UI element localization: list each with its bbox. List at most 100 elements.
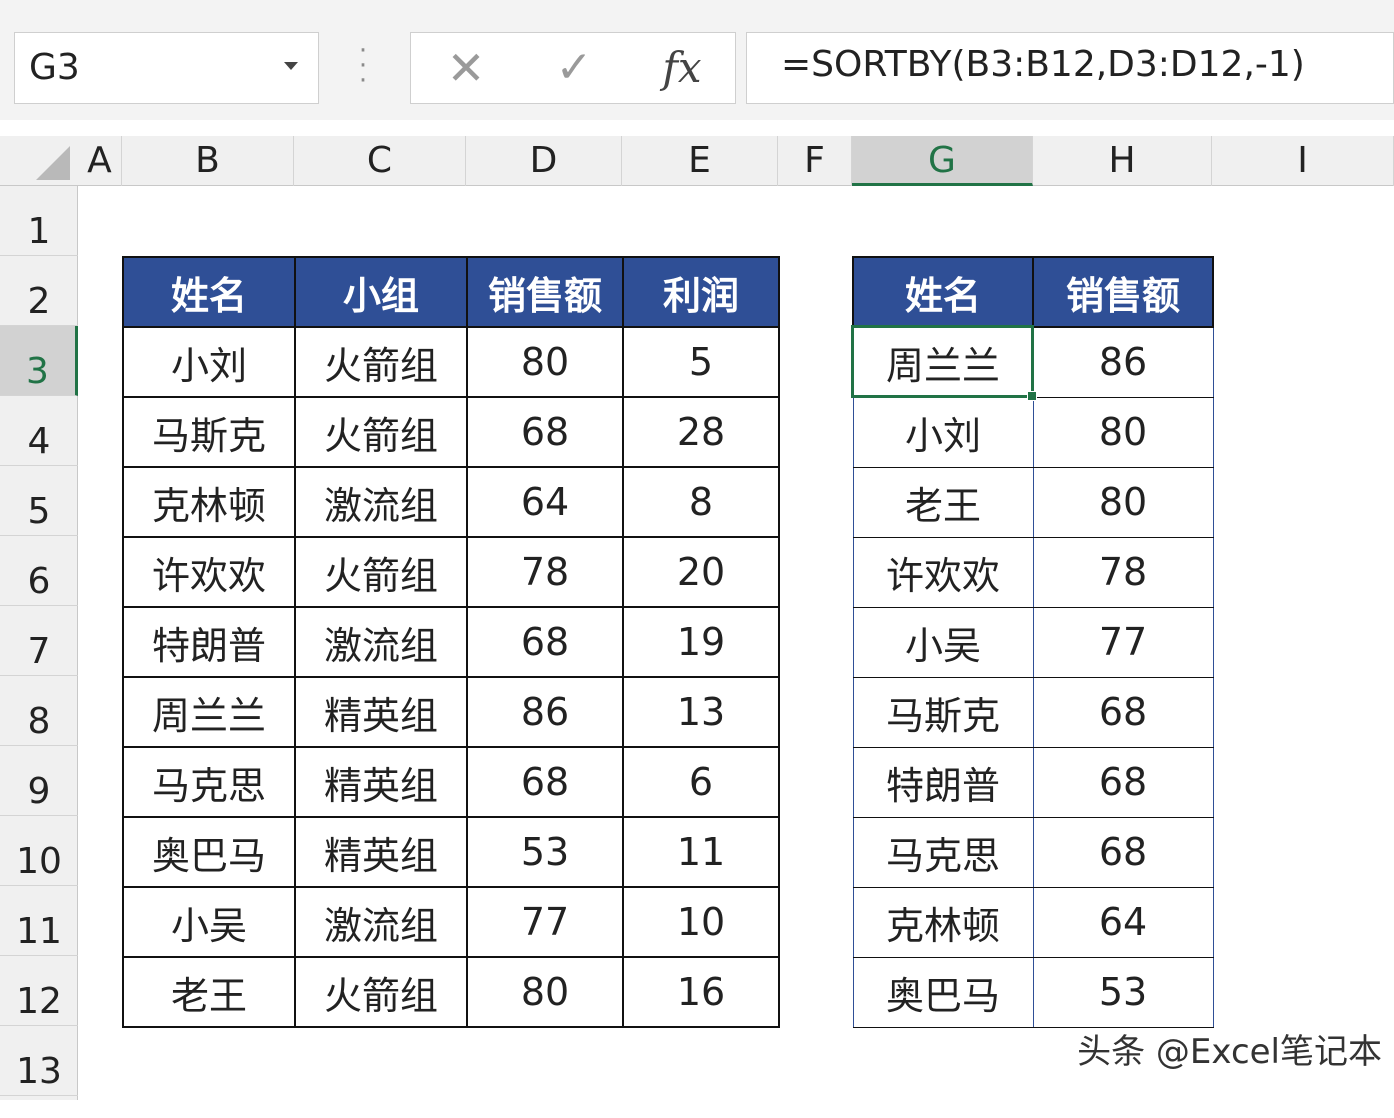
table-cell[interactable]: 80 <box>466 326 624 398</box>
row-header-2[interactable]: 2 <box>0 256 78 326</box>
table-cell[interactable]: 奥巴马 <box>852 956 1034 1028</box>
column-header-g[interactable]: G <box>852 136 1033 186</box>
column-header-d[interactable]: D <box>466 136 622 186</box>
table-cell[interactable]: 13 <box>622 676 780 748</box>
table-cell[interactable]: 86 <box>1032 326 1214 398</box>
column-header-a[interactable]: A <box>78 136 122 186</box>
table-cell[interactable]: 78 <box>1032 536 1214 608</box>
table-cell[interactable]: 火箭组 <box>294 536 468 608</box>
table-cell[interactable]: 68 <box>1032 746 1214 818</box>
column-header-c[interactable]: C <box>294 136 466 186</box>
table-cell[interactable]: 老王 <box>122 956 296 1028</box>
table-cell[interactable]: 火箭组 <box>294 326 468 398</box>
row-header-4[interactable]: 4 <box>0 396 78 466</box>
column-header-e[interactable]: E <box>622 136 778 186</box>
table-cell[interactable]: 77 <box>466 886 624 958</box>
table-cell[interactable]: 6 <box>622 746 780 818</box>
table-cell[interactable]: 28 <box>622 396 780 468</box>
fx-icon[interactable]: fx <box>650 38 714 98</box>
table-header-cell[interactable]: 小组 <box>294 256 468 328</box>
table-cell[interactable]: 马克思 <box>852 816 1034 888</box>
table-cell[interactable]: 精英组 <box>294 676 468 748</box>
table-cell[interactable]: 68 <box>466 746 624 818</box>
table-row: 小刘 火箭组 80 5 <box>122 326 780 398</box>
table-header-cell[interactable]: 姓名 <box>122 256 296 328</box>
table-cell[interactable]: 马克思 <box>122 746 296 818</box>
row-header-5[interactable]: 5 <box>0 466 78 536</box>
fill-handle[interactable] <box>1027 391 1037 401</box>
chevron-down-icon[interactable] <box>284 62 298 70</box>
table-cell[interactable]: 80 <box>1032 396 1214 468</box>
table-cell[interactable]: 86 <box>466 676 624 748</box>
table-cell[interactable]: 马斯克 <box>852 676 1034 748</box>
table-cell[interactable]: 19 <box>622 606 780 678</box>
table-cell[interactable]: 奥巴马 <box>122 816 296 888</box>
enter-icon[interactable]: ✓ <box>548 40 600 96</box>
table-cell[interactable]: 克林顿 <box>852 886 1034 958</box>
table-cell[interactable]: 许欢欢 <box>122 536 296 608</box>
table-cell[interactable]: 激流组 <box>294 606 468 678</box>
table-cell[interactable]: 20 <box>622 536 780 608</box>
table-cell[interactable]: 激流组 <box>294 466 468 538</box>
row-header-7[interactable]: 7 <box>0 606 78 676</box>
table-cell[interactable]: 精英组 <box>294 816 468 888</box>
formula-input[interactable]: =SORTBY(B3:B12,D3:D12,-1) <box>746 32 1394 104</box>
table-cell[interactable]: 68 <box>1032 816 1214 888</box>
table-cell[interactable]: 克林顿 <box>122 466 296 538</box>
active-cell-selection[interactable] <box>851 325 1034 398</box>
table-cell[interactable]: 周兰兰 <box>122 676 296 748</box>
column-header-i[interactable]: I <box>1212 136 1394 186</box>
table-cell[interactable]: 激流组 <box>294 886 468 958</box>
table-cell[interactable]: 许欢欢 <box>852 536 1034 608</box>
table-cell[interactable]: 火箭组 <box>294 396 468 468</box>
table-header-cell[interactable]: 销售额 <box>1032 256 1214 328</box>
table-cell[interactable]: 特朗普 <box>852 746 1034 818</box>
cancel-icon[interactable]: ✕ <box>444 40 488 96</box>
table-cell[interactable]: 11 <box>622 816 780 888</box>
column-header-h[interactable]: H <box>1033 136 1212 186</box>
table-cell[interactable]: 77 <box>1032 606 1214 678</box>
table-cell[interactable]: 64 <box>466 466 624 538</box>
table-cell[interactable]: 16 <box>622 956 780 1028</box>
table-cell[interactable]: 小刘 <box>122 326 296 398</box>
table-cell[interactable]: 精英组 <box>294 746 468 818</box>
table-cell[interactable]: 64 <box>1032 886 1214 958</box>
table-cell[interactable]: 78 <box>466 536 624 608</box>
column-header-b[interactable]: B <box>122 136 294 186</box>
row-header-8[interactable]: 8 <box>0 676 78 746</box>
table-cell[interactable]: 老王 <box>852 466 1034 538</box>
table-cell[interactable]: 68 <box>1032 676 1214 748</box>
table-row: 周兰兰 精英组 86 13 <box>122 676 780 748</box>
row-header-11[interactable]: 11 <box>0 886 78 956</box>
table-row: 马斯克 68 <box>852 676 1214 748</box>
table-cell[interactable]: 8 <box>622 466 780 538</box>
table-cell[interactable]: 小吴 <box>122 886 296 958</box>
row-header-10[interactable]: 10 <box>0 816 78 886</box>
table-cell[interactable]: 53 <box>466 816 624 888</box>
table-cell[interactable]: 火箭组 <box>294 956 468 1028</box>
table-cell[interactable]: 特朗普 <box>122 606 296 678</box>
table-header-cell[interactable]: 销售额 <box>466 256 624 328</box>
row-header-1[interactable]: 1 <box>0 186 78 256</box>
row-header-6[interactable]: 6 <box>0 536 78 606</box>
table-cell[interactable]: 80 <box>466 956 624 1028</box>
table-cell[interactable]: 马斯克 <box>122 396 296 468</box>
row-header-13[interactable]: 13 <box>0 1026 78 1096</box>
row-header-12[interactable]: 12 <box>0 956 78 1026</box>
table-header-cell[interactable]: 利润 <box>622 256 780 328</box>
table-cell[interactable]: 80 <box>1032 466 1214 538</box>
table-cell[interactable]: 53 <box>1032 956 1214 1028</box>
row-header-3[interactable]: 3 <box>0 326 78 396</box>
table-cell[interactable]: 68 <box>466 606 624 678</box>
table-row: 许欢欢 78 <box>852 536 1214 608</box>
table-cell[interactable]: 10 <box>622 886 780 958</box>
table-cell[interactable]: 小吴 <box>852 606 1034 678</box>
table-cell[interactable]: 小刘 <box>852 396 1034 468</box>
table-cell[interactable]: 5 <box>622 326 780 398</box>
table-header-cell[interactable]: 姓名 <box>852 256 1034 328</box>
more-options-icon[interactable]: · · · <box>356 38 370 94</box>
row-header-9[interactable]: 9 <box>0 746 78 816</box>
table-cell[interactable]: 68 <box>466 396 624 468</box>
name-box[interactable]: G3 <box>14 32 319 104</box>
column-header-f[interactable]: F <box>778 136 852 186</box>
